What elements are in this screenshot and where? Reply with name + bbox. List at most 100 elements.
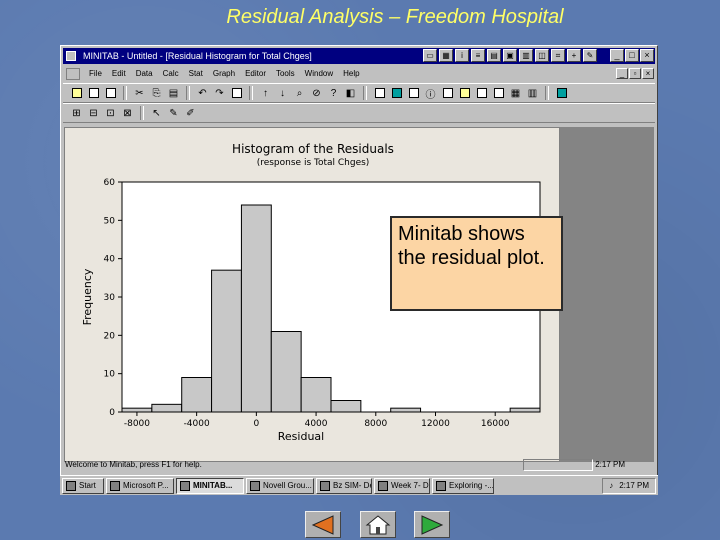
session-window-icon[interactable]: ▭ xyxy=(423,49,437,62)
document-window-controls: _ ▫ × xyxy=(616,68,654,79)
data-icon[interactable] xyxy=(389,86,404,101)
graph-icon[interactable] xyxy=(406,86,421,101)
menu-tools[interactable]: Tools xyxy=(271,66,300,82)
next-slide-button[interactable] xyxy=(414,511,450,538)
select-icon[interactable]: ↖ xyxy=(149,106,164,121)
info-icon[interactable]: i xyxy=(455,49,469,62)
minitab-window: MINITAB - Untitled - [Residual Histogram… xyxy=(60,45,658,495)
manager-icon[interactable] xyxy=(554,86,569,101)
x-tick-label: 0 xyxy=(253,419,259,429)
status-time: 2:17 PM xyxy=(595,460,625,469)
taskbar: Start Microsoft P... MINITAB... Novell G… xyxy=(60,475,658,495)
menu-graph[interactable]: Graph xyxy=(208,66,240,82)
menu-help[interactable]: Help xyxy=(338,66,364,82)
edit-graph-icon[interactable]: ✎ xyxy=(583,49,597,62)
cut-icon[interactable]: ✂ xyxy=(132,86,147,101)
brush-icon[interactable]: ⌗ xyxy=(551,49,565,62)
volume-icon[interactable]: ♪ xyxy=(609,481,613,490)
stat-guide-icon[interactable]: ◧ xyxy=(343,86,358,101)
arrow-down-icon[interactable]: ↓ xyxy=(275,86,290,101)
title-bar[interactable]: MINITAB - Untitled - [Residual Histogram… xyxy=(63,48,655,64)
find-icon[interactable]: ⌕ xyxy=(292,86,307,101)
groupwise-icon xyxy=(250,480,260,491)
menu-stat[interactable]: Stat xyxy=(184,66,208,82)
histogram-bar xyxy=(330,400,362,413)
home-button[interactable] xyxy=(360,511,396,538)
history-window-icon[interactable] xyxy=(440,86,455,101)
copy-icon[interactable]: ⎘ xyxy=(149,86,164,101)
doc-minimize-button[interactable]: _ xyxy=(616,68,628,79)
task-groupwise[interactable]: Novell Grou... xyxy=(246,477,314,494)
menu-editor[interactable]: Editor xyxy=(240,66,271,82)
status-bar: Welcome to Minitab, press F1 for help. 2… xyxy=(63,458,655,472)
previous-slide-button[interactable] xyxy=(305,511,341,538)
add-row-icon[interactable]: ⊞ xyxy=(69,106,84,121)
cancel-icon[interactable]: ⊘ xyxy=(309,86,324,101)
callout-box: Minitab shows the residual plot. xyxy=(390,216,563,311)
session-icon[interactable] xyxy=(372,86,387,101)
x-tick-label: 4000 xyxy=(305,419,328,429)
redo-icon[interactable]: ↷ xyxy=(212,86,227,101)
maximize-button[interactable]: □ xyxy=(625,49,639,62)
pencil-icon[interactable]: ✐ xyxy=(183,106,198,121)
y-tick-label: 20 xyxy=(104,331,116,341)
y-tick-label: 10 xyxy=(104,370,116,380)
minitab-task-icon xyxy=(180,480,190,491)
standard-toolbar: ✂ ⎘ ▤ ↶ ↷ ↑ ↓ ⌕ ⊘ ? ◧ ⓘ ▦ ▥ xyxy=(63,83,655,103)
layout-icon[interactable]: ▥ xyxy=(525,86,540,101)
crosshair-icon[interactable]: + xyxy=(567,49,581,62)
task-powerpoint[interactable]: Microsoft P... xyxy=(106,477,174,494)
x-tick-label: 8000 xyxy=(364,419,387,429)
minimize-button[interactable]: _ xyxy=(610,49,624,62)
left-arrow-icon xyxy=(311,514,334,535)
histogram-bar xyxy=(121,407,153,413)
paste-icon[interactable]: ▤ xyxy=(166,86,181,101)
document-icon[interactable] xyxy=(66,68,80,80)
delete-row-icon[interactable]: ⊟ xyxy=(86,106,101,121)
cascade-icon[interactable] xyxy=(491,86,506,101)
project-manager-icon[interactable]: ◫ xyxy=(535,49,549,62)
arrow-up-icon[interactable]: ↑ xyxy=(258,86,273,101)
task-minitab[interactable]: MINITAB... xyxy=(176,477,244,494)
undo-icon[interactable]: ↶ xyxy=(195,86,210,101)
tile-icon[interactable] xyxy=(474,86,489,101)
y-tick-label: 60 xyxy=(104,178,116,188)
y-tick-label: 50 xyxy=(104,216,116,226)
task-bzsim[interactable]: Bz SIM- De... xyxy=(316,477,372,494)
graph-folder-icon[interactable]: ▤ xyxy=(487,49,501,62)
help-icon[interactable]: ? xyxy=(326,86,341,101)
doc-restore-button[interactable]: ▫ xyxy=(629,68,641,79)
menu-data[interactable]: Data xyxy=(131,66,158,82)
worksheet-icon[interactable]: ▥ xyxy=(519,49,533,62)
lock-icon[interactable]: ⊠ xyxy=(120,106,135,121)
menu-window[interactable]: Window xyxy=(300,66,338,82)
history-icon[interactable]: ≡ xyxy=(471,49,485,62)
y-tick-label: 30 xyxy=(104,293,116,303)
menu-calc[interactable]: Calc xyxy=(158,66,184,82)
info-window-icon[interactable]: ⓘ xyxy=(423,86,438,101)
word-icon xyxy=(320,480,330,491)
task-exploring[interactable]: Exploring -... xyxy=(432,477,494,494)
y-axis-label: Frequency xyxy=(81,268,94,325)
start-button[interactable]: Start xyxy=(62,477,104,494)
print-icon[interactable] xyxy=(103,86,118,101)
task-week7[interactable]: Week 7- Dev... xyxy=(374,477,430,494)
report-icon[interactable]: ▣ xyxy=(503,49,517,62)
data-window-icon[interactable]: ▦ xyxy=(439,49,453,62)
worksheet-window-icon[interactable] xyxy=(457,86,472,101)
histogram-bar xyxy=(509,407,541,413)
brush-tool-icon[interactable]: ✎ xyxy=(166,106,181,121)
menu-file[interactable]: File xyxy=(84,66,107,82)
open-icon[interactable] xyxy=(69,86,84,101)
close-button[interactable]: × xyxy=(640,49,654,62)
doc-close-button[interactable]: × xyxy=(642,68,654,79)
histogram-bar xyxy=(181,377,213,413)
minitab-app-icon[interactable] xyxy=(66,51,76,61)
menu-edit[interactable]: Edit xyxy=(107,66,131,82)
save-icon[interactable] xyxy=(86,86,101,101)
slide-title: Residual Analysis – Freedom Hospital xyxy=(226,6,564,28)
edit-last-dialog-icon[interactable] xyxy=(229,86,244,101)
tray-clock: 2:17 PM xyxy=(619,481,649,490)
table-icon[interactable]: ▦ xyxy=(508,86,523,101)
insert-icon[interactable]: ⊡ xyxy=(103,106,118,121)
